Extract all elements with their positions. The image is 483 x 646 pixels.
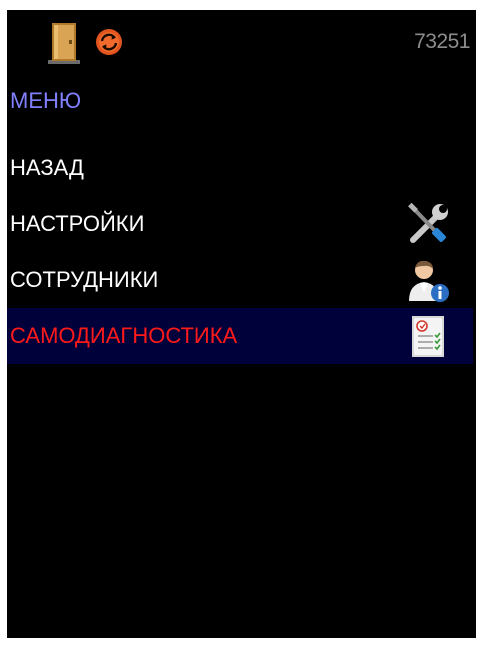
status-bar: 73251	[7, 10, 476, 72]
menu-item-label: НАЗАД	[10, 155, 84, 180]
checklist-icon	[405, 313, 451, 359]
menu-item-label: НАСТРОЙКИ	[10, 211, 145, 236]
screen: 73251 МЕНЮ НАЗАД НАСТРОЙКИ СОТРУДНИКИ СА…	[0, 0, 483, 646]
menu-title: МЕНЮ	[10, 88, 82, 113]
user-info-icon	[405, 257, 451, 303]
door-icon[interactable]	[47, 22, 81, 64]
menu-item-label: СОТРУДНИКИ	[10, 267, 159, 292]
device-display: 73251 МЕНЮ НАЗАД НАСТРОЙКИ СОТРУДНИКИ СА…	[7, 10, 476, 638]
tools-icon	[405, 201, 451, 247]
menu-item-settings[interactable]: НАСТРОЙКИ	[7, 196, 473, 252]
menu-item-employees[interactable]: СОТРУДНИКИ	[7, 252, 473, 308]
sync-icon[interactable]	[95, 28, 123, 56]
device-id: 73251	[414, 30, 470, 53]
menu-item-label: САМОДИАГНОСТИКА	[10, 323, 238, 348]
menu-item-back[interactable]: НАЗАД	[7, 140, 473, 196]
menu-item-self-diagnostics[interactable]: САМОДИАГНОСТИКА	[7, 308, 473, 364]
